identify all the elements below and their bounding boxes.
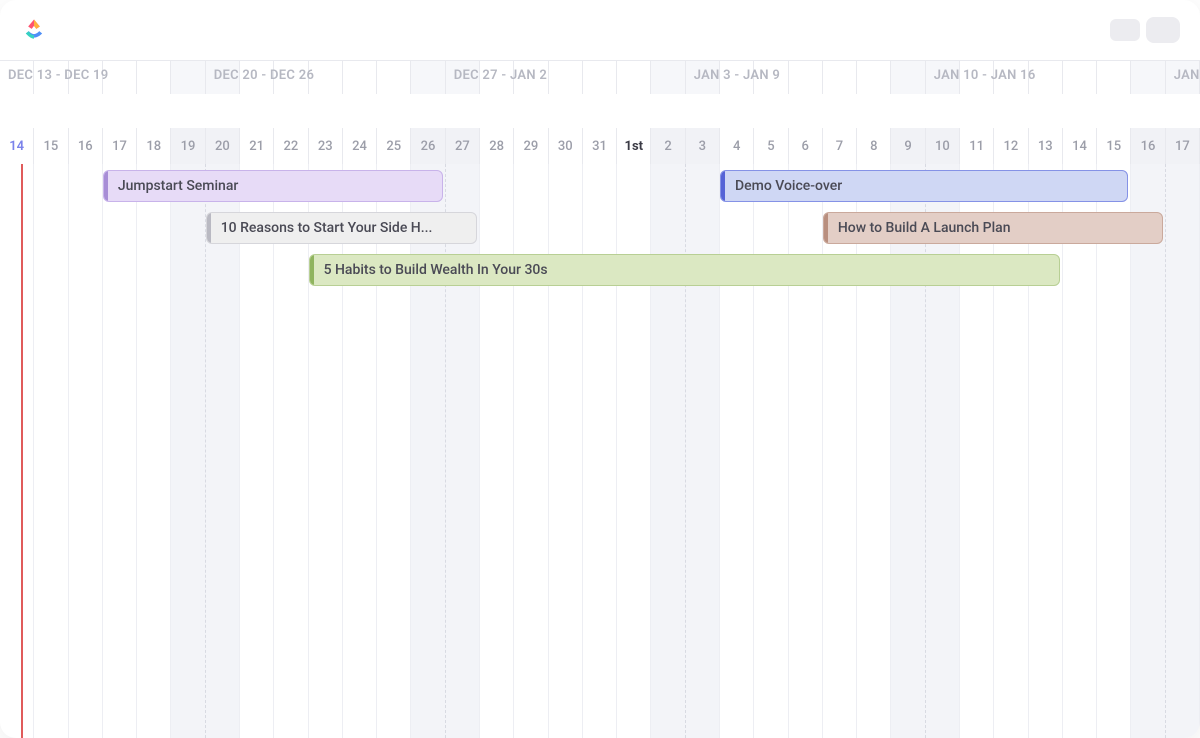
toggle-option-b[interactable] (1146, 17, 1180, 43)
day-header[interactable]: 23 (309, 128, 343, 164)
day-header[interactable]: 8 (857, 128, 891, 164)
timeline-task[interactable]: 10 Reasons to Start Your Side H... (206, 212, 477, 244)
task-title: How to Build A Launch Plan (838, 220, 1011, 236)
timeline-task[interactable]: Demo Voice-over (720, 170, 1128, 202)
day-header[interactable]: 20 (206, 128, 240, 164)
day-header[interactable]: 16 (1131, 128, 1165, 164)
topbar (0, 0, 1200, 60)
task-ribbon (310, 255, 314, 285)
task-ribbon (207, 213, 211, 243)
view-toggle[interactable] (1110, 17, 1180, 43)
week-label: JAN 3 - JAN 9 (694, 68, 780, 83)
task-title: 10 Reasons to Start Your Side H... (221, 220, 433, 236)
day-header[interactable]: 7 (823, 128, 857, 164)
today-line (21, 164, 23, 738)
week-label: DEC 27 - JAN 2 (454, 68, 547, 83)
task-title: Jumpstart Seminar (118, 178, 239, 194)
day-header[interactable]: 14 (1063, 128, 1097, 164)
app-window: DEC 13 - DEC 19 DEC 20 - DEC 26 DEC 27 - J… (0, 0, 1200, 738)
day-header[interactable]: 2 (651, 128, 685, 164)
task-layer: Jumpstart Seminar 10 Reasons to Start You… (0, 164, 1200, 354)
day-header[interactable]: 3 (686, 128, 720, 164)
task-ribbon (104, 171, 108, 201)
week-header-row: DEC 13 - DEC 19 DEC 20 - DEC 26 DEC 27 - J… (0, 60, 1200, 94)
day-header[interactable]: 9 (891, 128, 925, 164)
timeline-task[interactable]: Jumpstart Seminar (103, 170, 443, 202)
day-header[interactable]: 25 (377, 128, 411, 164)
day-header[interactable]: 1st (617, 128, 651, 164)
task-title: Demo Voice-over (735, 178, 842, 194)
day-header[interactable]: 16 (69, 128, 103, 164)
app-logo-icon (20, 16, 48, 44)
day-header[interactable]: 15 (1097, 128, 1131, 164)
timeline-task[interactable]: How to Build A Launch Plan (823, 212, 1163, 244)
week-label: DEC 13 - DEC 19 (8, 68, 109, 83)
day-header[interactable]: 12 (994, 128, 1028, 164)
day-header[interactable]: 6 (789, 128, 823, 164)
week-label: JAN 10 - JAN 16 (934, 68, 1036, 83)
day-header[interactable]: 21 (240, 128, 274, 164)
day-header[interactable]: 22 (274, 128, 308, 164)
timeline-task[interactable]: 5 Habits to Build Wealth In Your 30s (309, 254, 1060, 286)
week-label: DEC 20 - DEC 26 (214, 68, 315, 83)
day-header[interactable]: 19 (171, 128, 205, 164)
task-title: 5 Habits to Build Wealth In Your 30s (324, 262, 548, 278)
day-header[interactable]: 11 (960, 128, 994, 164)
day-header[interactable]: 28 (480, 128, 514, 164)
day-header[interactable]: 15 (34, 128, 68, 164)
task-ribbon (824, 213, 828, 243)
day-header[interactable]: 26 (411, 128, 445, 164)
day-header[interactable]: 14 (0, 128, 34, 164)
day-header-row: 1415161718192021222324252627282930311st2… (0, 128, 1200, 164)
day-header[interactable]: 17 (1166, 128, 1200, 164)
task-ribbon (721, 171, 725, 201)
day-header[interactable]: 17 (103, 128, 137, 164)
week-label: JAN (1174, 68, 1200, 83)
day-header[interactable]: 5 (754, 128, 788, 164)
day-header[interactable]: 29 (514, 128, 548, 164)
day-header[interactable]: 4 (720, 128, 754, 164)
day-header[interactable]: 27 (446, 128, 480, 164)
toggle-option-a[interactable] (1110, 19, 1140, 41)
day-header[interactable]: 24 (343, 128, 377, 164)
day-header[interactable]: 31 (583, 128, 617, 164)
day-header[interactable]: 10 (926, 128, 960, 164)
day-header[interactable]: 30 (549, 128, 583, 164)
day-header[interactable]: 18 (137, 128, 171, 164)
day-header[interactable]: 13 (1029, 128, 1063, 164)
